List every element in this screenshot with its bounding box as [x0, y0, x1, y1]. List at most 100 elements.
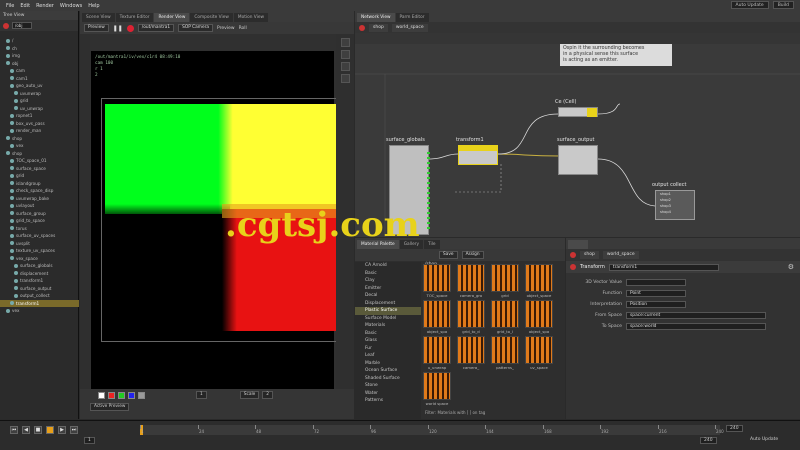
- roll-label[interactable]: Roll: [239, 26, 247, 31]
- breadcrumb-shop[interactable]: shop: [369, 23, 388, 32]
- menu-edit[interactable]: Edit: [20, 3, 30, 9]
- tree-row[interactable]: texture_uv_spaces: [0, 247, 79, 255]
- go-start-button[interactable]: ⏮: [10, 426, 18, 434]
- view-option-icon[interactable]: [340, 50, 350, 59]
- render-stop-icon[interactable]: [126, 24, 134, 32]
- tree-row[interactable]: vex_space: [0, 255, 79, 263]
- tree-row[interactable]: islandgroup: [0, 180, 79, 188]
- timeline-ruler[interactable]: 1 24 48 72 96 120 144 168 192 216 240: [140, 425, 724, 435]
- zoom-field[interactable]: 2: [262, 391, 274, 399]
- tab-composite-view[interactable]: Composite View: [190, 13, 233, 22]
- tree-row[interactable]: ch: [0, 45, 79, 53]
- tree-row[interactable]: geo_auto_uv: [0, 82, 79, 90]
- node-surface-output[interactable]: [558, 145, 598, 175]
- tree-row[interactable]: cam: [0, 67, 79, 75]
- view-option-icon[interactable]: [340, 38, 350, 47]
- tree-row[interactable]: surface_space: [0, 165, 79, 173]
- material-category-item[interactable]: Stone: [355, 382, 421, 390]
- material-category-item[interactable]: Basic: [355, 330, 421, 338]
- view-option-icon[interactable]: [340, 74, 350, 83]
- material-thumbnail[interactable]: [491, 264, 519, 292]
- play-button[interactable]: ▶: [58, 426, 66, 434]
- step-back-button[interactable]: ◀: [22, 426, 30, 434]
- frame-field[interactable]: 1: [196, 391, 207, 399]
- tree-row[interactable]: uvlayout: [0, 202, 79, 210]
- tree-path-field[interactable]: /obj: [12, 22, 32, 29]
- tree-row[interactable]: grid: [0, 97, 79, 105]
- tree-row[interactable]: transform1: [0, 277, 79, 285]
- material-thumbnail[interactable]: [423, 264, 451, 292]
- material-category-item[interactable]: Marble: [355, 360, 421, 368]
- material-category-item[interactable]: Glass: [355, 337, 421, 345]
- material-thumbnail[interactable]: [491, 336, 519, 364]
- material-thumbnail[interactable]: [525, 336, 553, 364]
- channel-red-swatch[interactable]: [108, 391, 115, 399]
- tab-scene-view[interactable]: Scene View: [82, 13, 115, 22]
- renderer-dropdown[interactable]: /out/mantra1: [137, 24, 175, 32]
- node-output-collect[interactable]: shop1 shop2 shop3 shop4: [655, 190, 695, 220]
- tree-row[interactable]: render_man: [0, 127, 79, 135]
- camera-dropdown[interactable]: SOP Camera: [178, 24, 214, 32]
- param-value-field[interactable]: [626, 279, 686, 286]
- material-category-item[interactable]: Shaded Surface: [355, 375, 421, 383]
- material-category-item[interactable]: Basic: [355, 270, 421, 278]
- material-category-item[interactable]: Decal: [355, 292, 421, 300]
- stop-button[interactable]: ■: [34, 426, 42, 434]
- param-value-field[interactable]: Point: [626, 290, 686, 297]
- tab-parm-editor[interactable]: Parm Editor: [395, 13, 429, 22]
- tree-row[interactable]: surface_output: [0, 285, 79, 293]
- tree-row[interactable]: grid: [0, 172, 79, 180]
- tab-texture-editor[interactable]: Texture Editor: [115, 13, 154, 22]
- tab-parameters[interactable]: [568, 240, 588, 249]
- param-value-field[interactable]: space:current: [626, 312, 766, 319]
- tree-row[interactable]: uvsplit: [0, 240, 79, 248]
- network-canvas[interactable]: Ospin it the surrounding becomes in a ph…: [355, 44, 800, 237]
- material-thumbnail[interactable]: [423, 300, 451, 328]
- material-thumbnail[interactable]: [525, 264, 553, 292]
- tree-row[interactable]: uv_unwrap: [0, 105, 79, 113]
- range-end-field[interactable]: 240: [700, 437, 717, 444]
- tree-row[interactable]: TOC_space_01: [0, 157, 79, 165]
- view-option-icon[interactable]: [340, 62, 350, 71]
- material-thumbnail[interactable]: [423, 372, 451, 400]
- tree-row[interactable]: ropnet1: [0, 112, 79, 120]
- material-category-item[interactable]: Water: [355, 390, 421, 398]
- channel-blue-swatch[interactable]: [128, 391, 135, 399]
- tree-row[interactable]: transform1: [0, 299, 79, 307]
- material-category-item[interactable]: Ocean Surface: [355, 367, 421, 375]
- material-category-item[interactable]: Fur: [355, 345, 421, 353]
- gear-icon[interactable]: ⚙: [788, 263, 794, 271]
- channel-rgb-swatch[interactable]: [98, 391, 105, 399]
- scale-label[interactable]: Scale: [239, 391, 260, 399]
- material-category-item[interactable]: Plastic Surface: [355, 307, 421, 315]
- tree-row[interactable]: surface_uv_spaces: [0, 232, 79, 240]
- tree-row[interactable]: obj: [0, 60, 79, 68]
- param-value-field[interactable]: Position: [626, 301, 686, 308]
- tree-row[interactable]: output_collect: [0, 292, 79, 300]
- tree-row[interactable]: grid_to_space: [0, 217, 79, 225]
- tree-row[interactable]: shop: [0, 150, 79, 158]
- auto-update-label[interactable]: Auto Update: [750, 437, 778, 442]
- tree-row[interactable]: uvunwrap: [0, 90, 79, 98]
- end-frame-field[interactable]: 240: [726, 425, 743, 432]
- tree-row[interactable]: uvunwrap_bake: [0, 195, 79, 203]
- menu-help[interactable]: Help: [88, 3, 99, 9]
- tree-row[interactable]: surface_globals: [0, 262, 79, 270]
- material-thumbnail[interactable]: [457, 300, 485, 328]
- tab-motion-view[interactable]: Motion View: [233, 13, 268, 22]
- start-frame-field[interactable]: 1: [84, 437, 95, 444]
- tree-row[interactable]: vex: [0, 142, 79, 150]
- go-end-button[interactable]: ⏭: [70, 426, 78, 434]
- menu-file[interactable]: File: [6, 3, 14, 9]
- breadcrumb-world-space[interactable]: world_space: [602, 250, 639, 259]
- build-dropdown[interactable]: Build: [772, 1, 794, 9]
- tree-row[interactable]: shop: [0, 135, 79, 143]
- channel-alpha-swatch[interactable]: [138, 391, 145, 399]
- tree-row[interactable]: box_uvs_pass: [0, 120, 79, 128]
- breadcrumb-world-space[interactable]: world_space: [391, 23, 428, 32]
- material-category-item[interactable]: Patterns: [355, 397, 421, 405]
- material-category-item[interactable]: Emitter: [355, 285, 421, 293]
- tree-view-tab[interactable]: Tree View: [0, 11, 78, 20]
- frame-marker-button[interactable]: [46, 426, 54, 434]
- tab-render-view[interactable]: Render View: [154, 13, 190, 22]
